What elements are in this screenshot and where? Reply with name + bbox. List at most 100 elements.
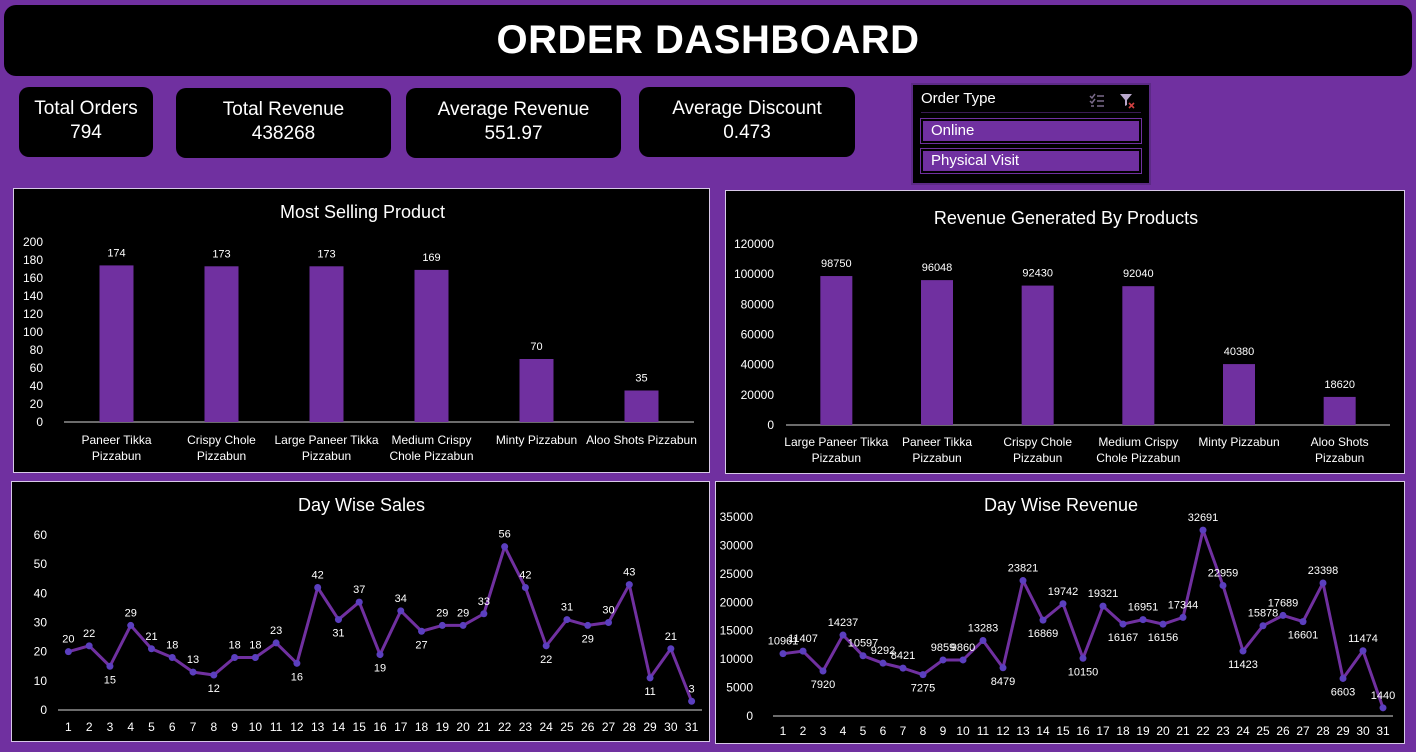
data-label: 42: [312, 570, 324, 582]
data-label: 173: [317, 248, 335, 260]
day-wise-sales-chart: Day Wise Sales010203040506020 22152921181…: [34, 495, 702, 734]
data-point: [959, 656, 967, 664]
data-label: 23: [270, 625, 282, 637]
data-point: [376, 651, 384, 659]
bar: [309, 266, 344, 422]
bar: [99, 265, 134, 422]
x-tick-label: 18: [415, 720, 429, 734]
x-tick-label: 17: [394, 720, 408, 734]
multi-select-icon[interactable]: [1089, 93, 1105, 109]
data-point: [625, 581, 633, 589]
data-label: 9860: [951, 642, 975, 654]
bar: [519, 359, 554, 422]
data-point: [1199, 526, 1207, 534]
x-tick-label: 24: [540, 720, 554, 734]
slicer-item-online[interactable]: Online: [920, 118, 1142, 144]
x-tick-label: 14: [1036, 724, 1050, 738]
data-label: 33: [478, 596, 490, 608]
data-point: [799, 647, 807, 655]
kpi-label: Average Revenue: [437, 99, 590, 120]
data-point: [1359, 647, 1367, 655]
data-label: 19742: [1048, 586, 1079, 598]
slicer-header: Order Type: [921, 90, 1141, 113]
data-label: 8421: [891, 650, 915, 662]
data-point: [542, 642, 550, 650]
data-label: 27: [415, 639, 427, 651]
data-label: 19: [374, 663, 386, 675]
chart-most-selling-product: Most Selling Product 0 20 40 60 80 100 120 140 16…: [13, 188, 710, 473]
chart-title: Day Wise Sales: [298, 495, 425, 515]
y-tick-label: 0: [746, 709, 753, 723]
y-tick-label: 50: [34, 557, 48, 571]
x-tick-label: 26: [581, 720, 595, 734]
data-label: 16167: [1108, 632, 1139, 644]
data-label: 70: [530, 341, 542, 353]
data-label: 19321: [1088, 588, 1119, 600]
x-tick-label: 7: [190, 720, 197, 734]
data-point: [1039, 616, 1047, 624]
data-point: [1279, 611, 1287, 619]
data-label: 17689: [1268, 597, 1299, 609]
data-point: [1379, 704, 1387, 712]
slicer-item-physical-visit[interactable]: Physical Visit: [920, 148, 1142, 174]
x-tick-label: 26: [1276, 724, 1290, 738]
data-label: 16: [291, 671, 303, 683]
y-tick-label: 20: [30, 397, 44, 411]
category-label: Chole Pizzabun: [1096, 451, 1180, 465]
x-tick-label: 24: [1236, 724, 1250, 738]
data-label: 7920: [811, 679, 835, 691]
data-label: 29: [125, 607, 137, 619]
data-label: 3: [689, 683, 695, 695]
category-label: Large Paneer Tikka: [784, 435, 888, 449]
y-tick-label: 20000: [720, 595, 754, 609]
data-label: 21: [145, 631, 157, 643]
data-label: 37: [353, 584, 365, 596]
category-label: Minty Pizzabun: [1198, 435, 1279, 449]
data-point: [210, 671, 218, 679]
x-tick-label: 15: [1056, 724, 1070, 738]
data-label: 14237: [828, 617, 859, 629]
data-point: [147, 645, 155, 653]
y-tick-label: 10: [34, 674, 48, 688]
x-tick-label: 11: [270, 720, 283, 734]
data-point: [438, 621, 446, 629]
data-label: 8479: [991, 676, 1015, 688]
x-tick-label: 16: [1076, 724, 1090, 738]
data-point: [418, 627, 426, 635]
data-label: 29: [582, 633, 594, 645]
clear-filter-icon[interactable]: [1119, 93, 1135, 109]
x-tick-label: 28: [1316, 724, 1330, 738]
day-wise-revenue-chart: Day Wise Revenue 0 5000 10000 15000 20000 2500…: [720, 495, 1396, 738]
data-point: [999, 664, 1007, 672]
data-label: 13283: [968, 622, 999, 634]
data-label: 92040: [1123, 268, 1154, 280]
data-label: 18: [249, 640, 261, 652]
data-point: [1179, 613, 1187, 621]
y-tick-label: 20: [34, 645, 48, 659]
revenue-by-products-chart: Revenue Generated By Products 0 20000 40000…: [734, 208, 1390, 465]
data-point: [293, 659, 301, 667]
data-label: 18620: [1324, 379, 1355, 391]
category-label: Aloo Shots Pizzabun: [586, 433, 697, 447]
data-label: 16601: [1288, 630, 1319, 642]
slicer-title: Order Type: [921, 90, 996, 107]
data-point: [1019, 577, 1027, 585]
category-label: Crispy Chole: [1003, 435, 1072, 449]
x-tick-label: 25: [1256, 724, 1270, 738]
data-point: [1159, 620, 1167, 628]
category-label: Pizzabun: [302, 449, 351, 463]
y-tick-label: 140: [23, 289, 43, 303]
x-tick-label: 29: [643, 720, 657, 734]
data-point: [859, 652, 867, 660]
data-label: 23398: [1308, 565, 1339, 577]
data-point: [563, 616, 571, 624]
data-label: 11423: [1228, 659, 1258, 671]
x-tick-label: 11: [977, 724, 990, 738]
data-label: 32691: [1188, 512, 1219, 524]
bar: [1223, 364, 1255, 425]
x-tick-label: 5: [148, 720, 155, 734]
data-point: [64, 648, 72, 656]
data-label: 16156: [1148, 632, 1179, 644]
x-tick-label: 15: [353, 720, 367, 734]
x-tick-label: 31: [685, 720, 699, 734]
